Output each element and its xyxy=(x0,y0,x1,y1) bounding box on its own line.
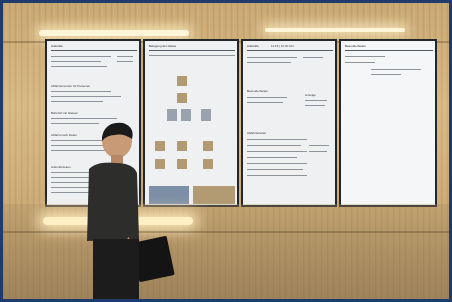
text-row xyxy=(247,175,307,176)
text-row xyxy=(51,91,111,92)
text-row xyxy=(51,56,111,57)
text-row xyxy=(247,151,307,152)
track-block xyxy=(177,141,187,151)
divider xyxy=(149,50,235,51)
text-row xyxy=(247,163,307,164)
screen-3-section-1: Besonderheiten xyxy=(247,89,269,93)
person-legs xyxy=(93,239,139,299)
divider xyxy=(247,50,333,51)
track-block xyxy=(181,109,191,121)
screen-1-section-4: Ankunftszeiten xyxy=(51,165,71,169)
text-row xyxy=(247,97,287,98)
track-block xyxy=(203,159,213,169)
divider xyxy=(345,50,433,51)
table-header xyxy=(149,55,235,56)
text-row xyxy=(117,61,133,62)
track-block xyxy=(177,76,187,86)
text-row xyxy=(247,169,303,170)
screen-4-title: Besonderheiten xyxy=(345,44,367,48)
text-row xyxy=(247,139,307,140)
text-row xyxy=(303,57,323,58)
text-row xyxy=(51,96,121,97)
text-row xyxy=(247,157,297,158)
text-row xyxy=(51,61,101,62)
text-row xyxy=(305,105,325,106)
ceiling-lamp-right xyxy=(265,28,405,32)
screen-3-title: Ankünfte xyxy=(247,44,259,48)
screen-3-section-3: Abfahrtszeiten xyxy=(247,131,267,135)
display-screen-4: Besonderheiten xyxy=(339,39,437,207)
person-silhouette xyxy=(87,122,175,299)
text-row xyxy=(309,151,327,152)
screen-1-title: Ankünfte xyxy=(51,44,63,48)
text-row xyxy=(247,62,291,63)
text-row xyxy=(371,69,421,70)
text-row xyxy=(51,101,103,102)
text-row xyxy=(345,62,375,63)
display-screen-3: Ankünfte 11:15 | 12:30 Uhr Besonderheite… xyxy=(241,39,337,207)
text-row xyxy=(51,66,107,67)
text-row xyxy=(305,100,327,101)
track-block xyxy=(203,141,213,151)
photo-frame: Ankünfte Abfahrtsmonitor für Personen Ba… xyxy=(3,3,449,299)
info-panel xyxy=(193,186,235,204)
screen-1-section-2: Bahnhof mit Gleisen xyxy=(51,111,79,115)
text-row xyxy=(371,74,401,75)
lower-beam xyxy=(3,231,449,233)
track-block xyxy=(177,93,187,103)
text-row xyxy=(117,56,133,57)
text-row xyxy=(247,57,297,58)
screen-1-section-3: Abfahrt nach Zielen xyxy=(51,133,78,137)
screen-1-section-1: Abfahrtsmonitor für Personen xyxy=(51,84,91,88)
text-row xyxy=(247,145,301,146)
track-block xyxy=(201,109,211,121)
track-block xyxy=(177,159,187,169)
text-row xyxy=(309,145,329,146)
text-row xyxy=(247,102,283,103)
ceiling-lamp-left xyxy=(39,30,189,36)
text-row xyxy=(345,56,385,57)
screen-3-section-2: Anzeige xyxy=(305,93,316,97)
screen-3-time: 11:15 | 12:30 Uhr xyxy=(271,44,294,48)
divider xyxy=(51,50,137,51)
screen-2-title: Belegung der Gleise xyxy=(149,44,177,48)
